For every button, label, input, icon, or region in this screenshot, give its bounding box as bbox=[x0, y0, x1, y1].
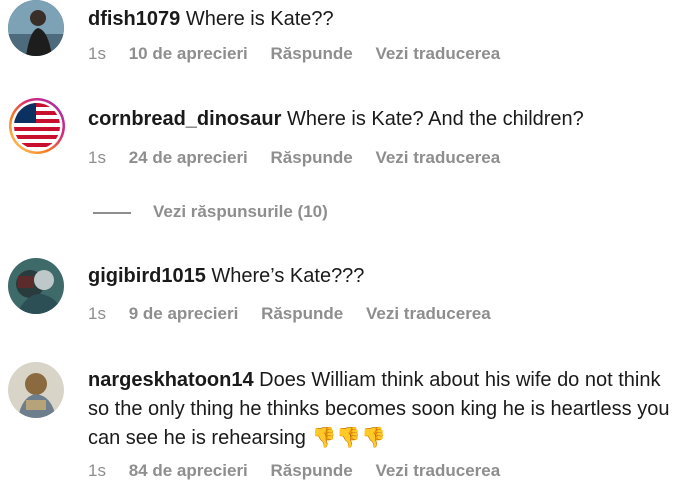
user-photo-icon bbox=[8, 0, 64, 56]
comment-time: 1s bbox=[88, 304, 106, 323]
translate-button[interactable]: Vezi traducerea bbox=[375, 148, 500, 167]
username-link[interactable]: gigibird1015 bbox=[88, 265, 206, 287]
username-link[interactable]: cornbread_dinosaur bbox=[88, 108, 281, 130]
reply-button[interactable]: Răspunde bbox=[261, 304, 343, 323]
user-photo-icon bbox=[8, 362, 64, 418]
translate-button[interactable]: Vezi traducerea bbox=[375, 461, 500, 480]
avatar[interactable] bbox=[8, 258, 64, 314]
comment-time: 1s bbox=[88, 44, 106, 63]
reply-button[interactable]: Răspunde bbox=[271, 461, 353, 480]
avatar[interactable] bbox=[8, 362, 64, 418]
view-replies-label: Vezi răspunsurile (10) bbox=[153, 202, 328, 221]
comment-text: dfish1079 Where is Kate?? bbox=[88, 5, 670, 34]
comment-time: 1s bbox=[88, 461, 106, 480]
likes-count[interactable]: 24 de aprecieri bbox=[129, 148, 248, 167]
comment-meta: 1s 10 de aprecieri Răspunde Vezi traduce… bbox=[88, 44, 518, 64]
reply-button[interactable]: Răspunde bbox=[271, 148, 353, 167]
likes-count[interactable]: 84 de aprecieri bbox=[129, 461, 248, 480]
comment-time: 1s bbox=[88, 148, 106, 167]
avatar[interactable] bbox=[8, 0, 64, 56]
avatar[interactable] bbox=[8, 97, 66, 155]
likes-count[interactable]: 10 de aprecieri bbox=[129, 44, 248, 63]
comment-text: nargeskhatoon14 Does William think about… bbox=[88, 366, 670, 453]
comment-text: cornbread_dinosaur Where is Kate? And th… bbox=[88, 105, 670, 134]
thumbs-down-emoji-icon: 👎👎👎 bbox=[311, 427, 387, 449]
user-photo-icon bbox=[8, 258, 64, 314]
comment-meta: 1s 84 de aprecieri Răspunde Vezi traduce… bbox=[88, 461, 518, 481]
comment-content: Where’s Kate??? bbox=[211, 265, 365, 287]
comment-meta: 1s 9 de aprecieri Răspunde Vezi traducer… bbox=[88, 304, 509, 324]
view-replies-button[interactable]: Vezi răspunsurile (10) bbox=[93, 202, 328, 222]
comment-content: Where is Kate?? bbox=[185, 8, 334, 30]
reply-button[interactable]: Răspunde bbox=[271, 44, 353, 63]
us-flag-icon bbox=[9, 98, 65, 154]
username-link[interactable]: nargeskhatoon14 bbox=[88, 369, 254, 391]
username-link[interactable]: dfish1079 bbox=[88, 8, 180, 30]
comment-text: gigibird1015 Where’s Kate??? bbox=[88, 262, 670, 291]
translate-button[interactable]: Vezi traducerea bbox=[375, 44, 500, 63]
comment-content: Where is Kate? And the children? bbox=[286, 108, 584, 130]
comment-meta: 1s 24 de aprecieri Răspunde Vezi traduce… bbox=[88, 148, 518, 168]
likes-count[interactable]: 9 de aprecieri bbox=[129, 304, 239, 323]
replies-divider bbox=[93, 211, 131, 214]
translate-button[interactable]: Vezi traducerea bbox=[366, 304, 491, 323]
